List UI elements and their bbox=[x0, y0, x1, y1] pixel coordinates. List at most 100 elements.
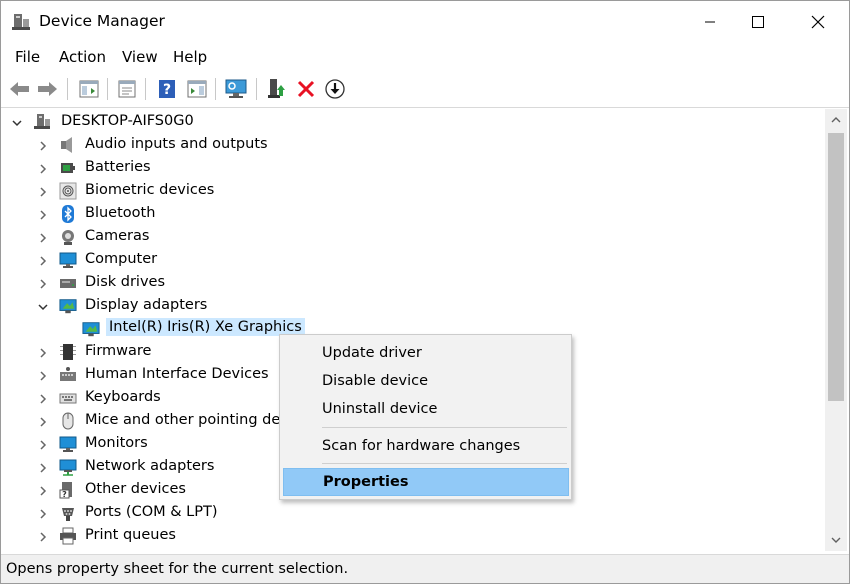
toolbar-separator bbox=[145, 78, 146, 100]
bluetooth-icon bbox=[59, 205, 77, 223]
properties-sheet-icon[interactable] bbox=[115, 77, 139, 101]
menu-item-properties[interactable]: Properties bbox=[283, 468, 569, 496]
tree-category-bluetooth[interactable]: Bluetooth bbox=[3, 203, 403, 226]
chevron-right-icon[interactable] bbox=[37, 347, 49, 359]
hid-icon bbox=[59, 366, 77, 384]
device-manager-app-icon bbox=[11, 12, 31, 32]
chevron-right-icon[interactable] bbox=[37, 531, 49, 543]
tree-category-label: Network adapters bbox=[85, 458, 215, 474]
chevron-right-icon[interactable] bbox=[37, 140, 49, 152]
title-bar: Device Manager bbox=[1, 1, 849, 43]
chevron-right-icon[interactable] bbox=[37, 209, 49, 221]
tree-category-label: Audio inputs and outputs bbox=[85, 136, 268, 152]
menu-item-label: Update driver bbox=[322, 345, 422, 361]
tree-category-computer[interactable]: Computer bbox=[3, 249, 403, 272]
tree-category-label: Firmware bbox=[85, 343, 152, 359]
menu-action[interactable]: Action bbox=[59, 48, 106, 66]
display-adapter-icon bbox=[82, 320, 100, 338]
tree-root[interactable]: DESKTOP-AIFS0G0 bbox=[3, 111, 403, 134]
menu-item-disable-device[interactable]: Disable device bbox=[280, 368, 571, 396]
status-text: Opens property sheet for the current sel… bbox=[6, 561, 349, 577]
menu-view[interactable]: View bbox=[122, 48, 158, 66]
mouse-icon bbox=[59, 412, 77, 430]
tree-category-audio-inputs-and-outputs[interactable]: Audio inputs and outputs bbox=[3, 134, 403, 157]
menu-item-label: Disable device bbox=[322, 373, 429, 389]
tree-category-label: Computer bbox=[85, 251, 158, 267]
uninstall-icon[interactable] bbox=[294, 77, 318, 101]
keyboard-icon bbox=[59, 389, 77, 407]
tree-category-label: Display adapters bbox=[85, 297, 208, 313]
help-icon[interactable]: ? bbox=[155, 77, 179, 101]
menu-help[interactable]: Help bbox=[173, 48, 207, 66]
close-button[interactable] bbox=[795, 1, 841, 43]
chevron-right-icon[interactable] bbox=[37, 393, 49, 405]
firmware-icon bbox=[59, 343, 77, 361]
menu-separator bbox=[322, 427, 567, 428]
tree-category-cameras[interactable]: Cameras bbox=[3, 226, 403, 249]
tree-category-label: Batteries bbox=[85, 159, 151, 175]
vertical-scrollbar[interactable] bbox=[825, 109, 847, 551]
minimize-button[interactable] bbox=[687, 1, 733, 43]
tree-category-batteries[interactable]: Batteries bbox=[3, 157, 403, 180]
computer-icon bbox=[59, 251, 77, 269]
disk-drive-icon bbox=[59, 274, 77, 292]
download-icon[interactable] bbox=[323, 77, 347, 101]
chevron-right-icon[interactable] bbox=[37, 186, 49, 198]
status-bar: Opens property sheet for the current sel… bbox=[1, 554, 849, 583]
tree-category-label: Print queues bbox=[85, 527, 176, 543]
menu-item-uninstall-device[interactable]: Uninstall device bbox=[280, 396, 571, 424]
chevron-down-icon[interactable] bbox=[11, 117, 23, 129]
toolbar-separator bbox=[256, 78, 257, 100]
menu-item-update-driver[interactable]: Update driver bbox=[280, 340, 571, 368]
action-pane-icon[interactable] bbox=[185, 77, 209, 101]
update-driver-icon[interactable] bbox=[265, 77, 289, 101]
chevron-right-icon[interactable] bbox=[37, 485, 49, 497]
context-menu: Update driver Disable device Uninstall d… bbox=[279, 334, 572, 500]
scan-hardware-icon[interactable] bbox=[224, 77, 248, 101]
tree-category-disk-drives[interactable]: Disk drives bbox=[3, 272, 403, 295]
forward-icon[interactable] bbox=[35, 77, 59, 101]
chevron-down-icon[interactable] bbox=[37, 301, 49, 313]
chevron-right-icon[interactable] bbox=[37, 416, 49, 428]
show-hide-console-tree-icon[interactable] bbox=[77, 77, 101, 101]
tree-category-label: Other devices bbox=[85, 481, 186, 497]
menu-item-label: Scan for hardware changes bbox=[322, 438, 521, 454]
printer-icon bbox=[59, 527, 77, 545]
chevron-right-icon[interactable] bbox=[37, 439, 49, 451]
scroll-up-icon[interactable] bbox=[825, 113, 847, 127]
tree-category-label: Cameras bbox=[85, 228, 150, 244]
svg-text:?: ? bbox=[62, 490, 67, 499]
speaker-icon bbox=[59, 136, 77, 154]
maximize-button[interactable] bbox=[735, 1, 781, 43]
scroll-down-icon[interactable] bbox=[825, 533, 847, 547]
chevron-right-icon[interactable] bbox=[37, 508, 49, 520]
tree-category-display-adapters[interactable]: Display adapters bbox=[3, 295, 403, 318]
menu-file[interactable]: File bbox=[15, 48, 40, 66]
tree-category-biometric-devices[interactable]: Biometric devices bbox=[3, 180, 403, 203]
fingerprint-icon bbox=[59, 182, 77, 200]
menu-item-label: Uninstall device bbox=[322, 401, 438, 417]
scrollbar-thumb[interactable] bbox=[828, 133, 844, 401]
chevron-right-icon[interactable] bbox=[37, 255, 49, 267]
back-icon[interactable] bbox=[8, 77, 32, 101]
chevron-right-icon[interactable] bbox=[37, 278, 49, 290]
tree-category-label: Human Interface Devices bbox=[85, 366, 269, 382]
window-title: Device Manager bbox=[39, 12, 165, 30]
camera-icon bbox=[59, 228, 77, 246]
other-devices-icon: ? bbox=[59, 481, 77, 499]
battery-icon bbox=[59, 159, 77, 177]
tree-category-label: Mice and other pointing devi bbox=[85, 412, 293, 428]
chevron-right-icon[interactable] bbox=[37, 370, 49, 382]
chevron-right-icon[interactable] bbox=[37, 163, 49, 175]
menu-item-scan-hardware[interactable]: Scan for hardware changes bbox=[280, 433, 571, 461]
toolbar-separator bbox=[107, 78, 108, 100]
tree-category-label: Keyboards bbox=[85, 389, 161, 405]
tree-category-label: Disk drives bbox=[85, 274, 166, 290]
chevron-right-icon[interactable] bbox=[37, 462, 49, 474]
selected-device-label: Intel(R) Iris(R) Xe Graphics bbox=[106, 318, 305, 336]
tree-category-print-queues[interactable]: Print queues bbox=[3, 525, 403, 548]
toolbar: ? bbox=[1, 72, 849, 108]
tree-category-ports-com-lpt[interactable]: Ports (COM & LPT) bbox=[3, 502, 403, 525]
chevron-right-icon[interactable] bbox=[37, 232, 49, 244]
tree-category-label: Monitors bbox=[85, 435, 148, 451]
